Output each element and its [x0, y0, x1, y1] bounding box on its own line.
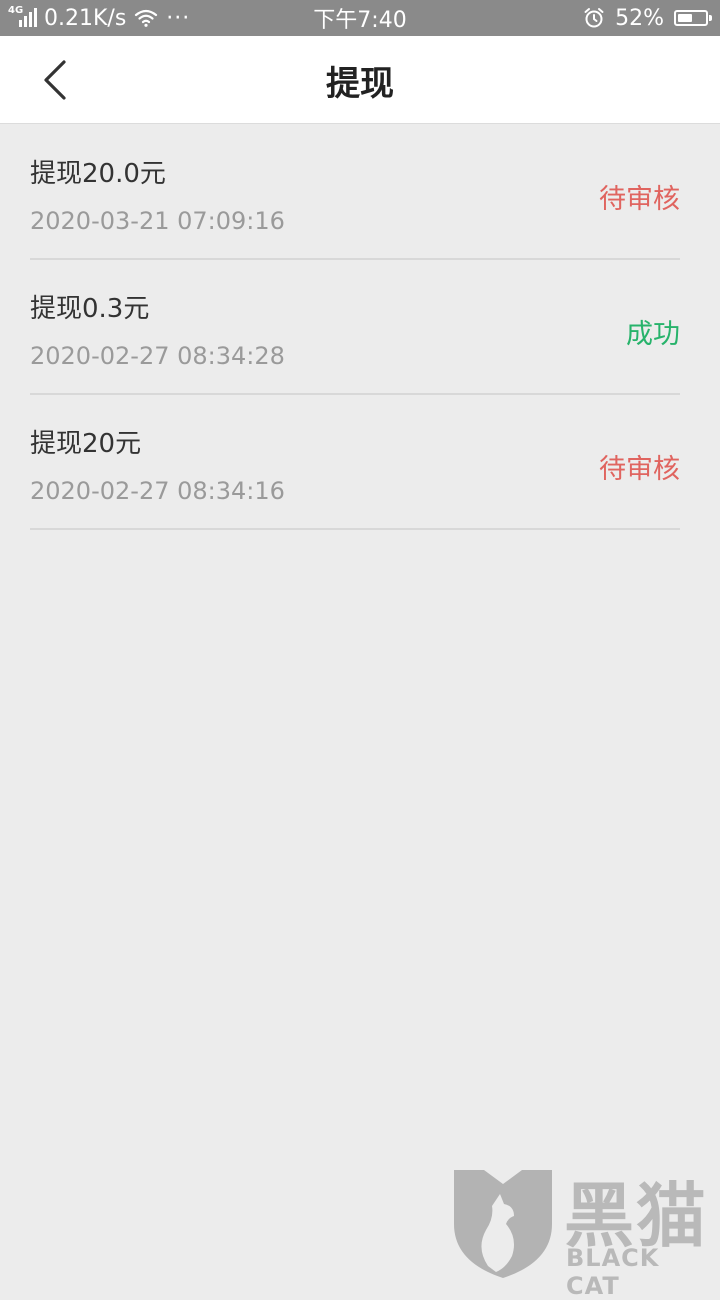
alarm-icon	[584, 8, 604, 28]
black-cat-watermark: 黑猫 BLACK CAT	[448, 1160, 720, 1300]
record-status: 成功	[626, 319, 680, 350]
chevron-left-icon	[44, 60, 66, 100]
withdrawal-record-item[interactable]: 提现0.3元 2020-02-27 08:34:28 成功	[30, 260, 680, 395]
status-bar-right: 52%	[583, 0, 712, 36]
watermark-english-text: BLACK CAT	[566, 1244, 660, 1300]
record-status: 待审核	[599, 184, 680, 215]
status-bar: 4G 0.21K/s ··· 下午7:40 52%	[0, 0, 720, 36]
record-title: 提现20元	[30, 429, 142, 459]
withdrawal-record-list: 提现20.0元 2020-03-21 07:09:16 待审核 提现0.3元 2…	[30, 125, 680, 530]
record-time: 2020-03-21 07:09:16	[30, 207, 285, 235]
battery-icon	[674, 10, 712, 26]
battery-percent: 52%	[615, 5, 664, 31]
back-button[interactable]	[26, 50, 86, 110]
record-title: 提现0.3元	[30, 294, 150, 324]
withdrawal-record-item[interactable]: 提现20元 2020-02-27 08:34:16 待审核	[30, 395, 680, 530]
page-title: 提现	[326, 63, 394, 104]
record-time: 2020-02-27 08:34:16	[30, 477, 285, 505]
record-title: 提现20.0元	[30, 159, 166, 189]
withdrawal-record-item[interactable]: 提现20.0元 2020-03-21 07:09:16 待审核	[30, 125, 680, 260]
battery-level-fill	[678, 14, 692, 22]
record-status: 待审核	[599, 454, 680, 485]
cat-shield-logo-icon	[454, 1170, 552, 1278]
app-header: 提现	[0, 36, 720, 124]
record-time: 2020-02-27 08:34:28	[30, 342, 285, 370]
